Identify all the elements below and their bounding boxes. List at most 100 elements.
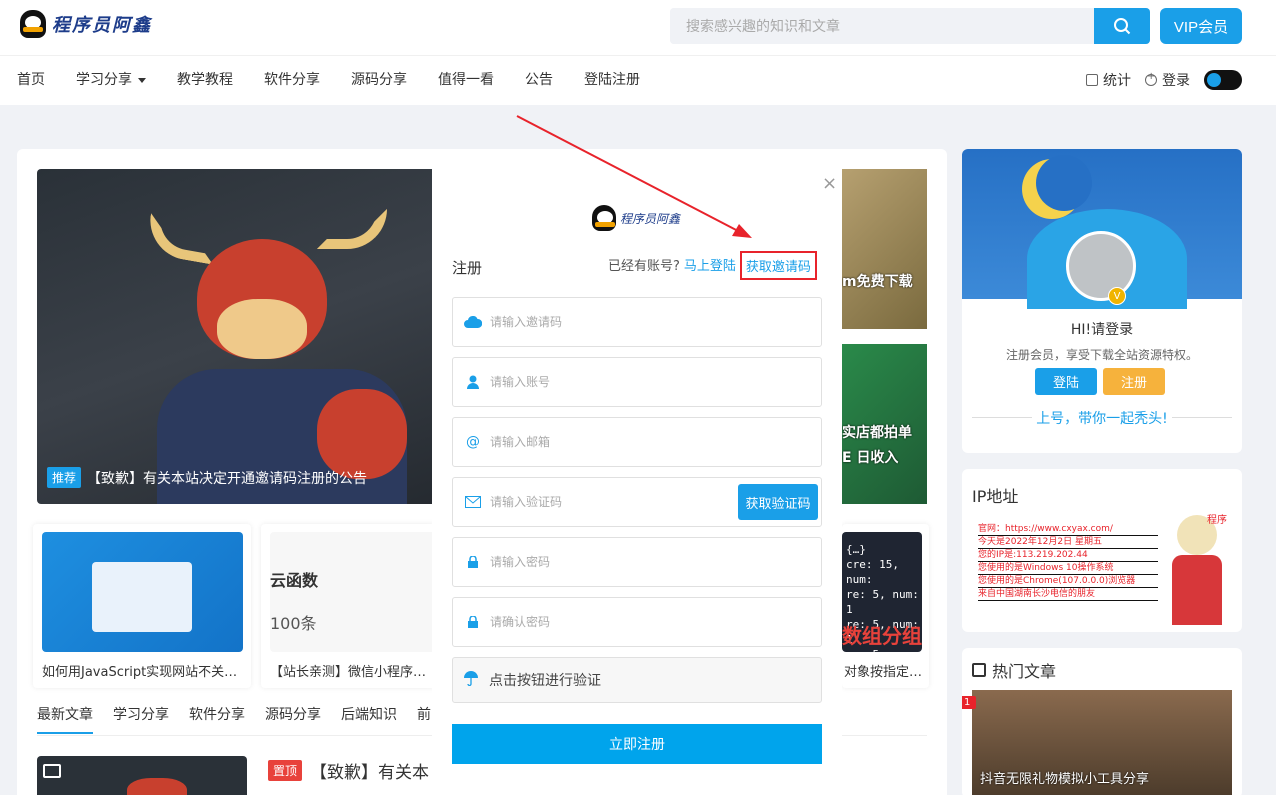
hot-articles-card: 热门文章 抖音无限礼物模拟小工具分享 1	[962, 648, 1242, 795]
nav-label: 登陆注册	[584, 72, 640, 88]
umbrella-icon	[463, 670, 479, 690]
get-code-button[interactable]: 获取验证码	[738, 484, 818, 520]
side-slide-2[interactable]: 实店都拍单 E 日收入	[842, 344, 927, 504]
anime-girl-illustration: 程序	[1167, 515, 1227, 625]
account-field[interactable]	[452, 357, 822, 407]
tab-learning[interactable]: 学习分享	[113, 704, 169, 734]
vip-button[interactable]: VIP会员	[1160, 8, 1242, 44]
at-icon: @	[466, 434, 480, 450]
invite-code-input[interactable]	[490, 315, 730, 329]
lock-icon	[464, 554, 482, 570]
account-input[interactable]	[490, 375, 730, 389]
caret-down-icon	[138, 77, 146, 83]
sidebar-register-button[interactable]: 注册	[1103, 368, 1165, 395]
recommend-badge: 推荐	[47, 467, 82, 488]
hot-article-thumbnail[interactable]: 抖音无限礼物模拟小工具分享	[972, 690, 1232, 795]
nav-login-register[interactable]: 登陆注册	[584, 68, 640, 92]
sidebar-login-button[interactable]: 登陆	[1035, 368, 1097, 395]
tab-software[interactable]: 软件分享	[189, 704, 245, 734]
bull-muzzle	[217, 299, 307, 359]
nav-worth[interactable]: 值得一看	[438, 68, 494, 92]
nav-source[interactable]: 源码分享	[351, 68, 407, 92]
tab-latest[interactable]: 最新文章	[37, 704, 93, 734]
side-slide-text: E 日收入	[842, 450, 899, 466]
nav-notice[interactable]: 公告	[525, 68, 553, 92]
search-button[interactable]	[1094, 8, 1150, 44]
nav-software[interactable]: 软件分享	[264, 68, 320, 92]
tab-backend[interactable]: 后端知识	[341, 704, 397, 734]
nav-label: 首页	[17, 72, 45, 88]
lock-icon	[464, 614, 482, 630]
hot-article-title: 抖音无限礼物模拟小工具分享	[980, 772, 1150, 787]
search-input[interactable]	[670, 8, 1094, 44]
latest-post-title[interactable]: 置顶 【致歉】有关本	[268, 758, 429, 783]
slider-caption[interactable]: 推荐 【致歉】有关本站决定开通邀请码注册的公告	[47, 467, 367, 488]
nav-label: 教学教程	[177, 72, 233, 88]
register-submit-button[interactable]: 立即注册	[452, 724, 822, 764]
ip-info-line: 来自中国湖南长沙电信的朋友	[978, 588, 1158, 601]
bull-fist	[317, 389, 407, 479]
article-tabs: 最新文章 学习分享 软件分享 源码分享 后端知识 前	[37, 704, 431, 734]
confirm-password-field[interactable]	[452, 597, 822, 647]
captcha-verify-button[interactable]: 点击按钮进行验证	[452, 657, 822, 703]
site-header: 程序员阿鑫 VIP会员 首页 学习分享 教学教程 软件分享 源码分享 值得一看 …	[0, 0, 1276, 105]
nav-home[interactable]: 首页	[17, 68, 45, 92]
invite-code-field[interactable]	[452, 297, 822, 347]
nav-tutorials[interactable]: 教学教程	[177, 68, 233, 92]
logo-text: 程序员阿鑫	[52, 15, 152, 36]
avatar[interactable]	[1066, 231, 1136, 301]
login-now-link[interactable]: 马上登陆	[684, 255, 736, 280]
ip-info-line: 您的IP是:113.219.202.44	[978, 549, 1158, 562]
nav-label: 软件分享	[264, 72, 320, 88]
featured-slider[interactable]: 推荐 【致歉】有关本站决定开通邀请码注册的公告	[37, 169, 437, 504]
thumb-text: 数组分组	[842, 624, 922, 648]
latest-post-thumbnail[interactable]	[37, 756, 247, 795]
side-slide-text: 实店都拍单	[842, 425, 912, 441]
post-title: 如何用JavaScript实现网站不关闭...	[42, 665, 244, 680]
post-card[interactable]: {…} cre: 15, num: re: 5, num: 1 re: 5, num:…	[842, 524, 929, 688]
password-input[interactable]	[490, 555, 730, 569]
side-slide-1[interactable]: m免费下载	[842, 169, 927, 329]
hot-articles-title: 热门文章	[972, 658, 1056, 682]
theme-toggle[interactable]	[1204, 70, 1242, 90]
post-thumbnail: 云函数 100条	[270, 532, 437, 652]
ip-card-title: IP地址	[972, 487, 1019, 506]
stats-label: 统计	[1103, 73, 1131, 89]
verification-code-input[interactable]	[490, 495, 730, 509]
rank-badge: 1	[962, 696, 977, 709]
close-icon[interactable]: ×	[822, 173, 837, 194]
latest-title-text: 【致歉】有关本	[310, 763, 430, 783]
header-login-link[interactable]: 登录	[1145, 70, 1190, 90]
chart-icon	[1086, 74, 1098, 86]
email-field[interactable]: @	[452, 417, 822, 467]
computer-illustration	[92, 562, 192, 632]
stats-link[interactable]: 统计	[1086, 70, 1131, 90]
tab-source[interactable]: 源码分享	[265, 704, 321, 734]
nav-label: 值得一看	[438, 72, 494, 88]
post-card[interactable]: 如何用JavaScript实现网站不关闭...	[33, 524, 251, 688]
qq-penguin-icon	[20, 10, 46, 38]
cloud-icon	[464, 314, 482, 330]
have-account-text: 已经有账号?	[608, 259, 680, 274]
nav-label: 公告	[525, 72, 553, 88]
modal-logo: 程序员阿鑫	[592, 205, 680, 231]
ip-info-line: 您使用的是Chrome(107.0.0.0)浏览器	[978, 575, 1158, 588]
tab-more[interactable]: 前	[417, 704, 431, 734]
password-field[interactable]	[452, 537, 822, 587]
nav-learning[interactable]: 学习分享	[76, 68, 146, 92]
site-logo[interactable]: 程序员阿鑫	[20, 10, 152, 38]
bull-head	[127, 778, 187, 795]
ip-info-line: 官网：https://www.cxyax.com/	[978, 523, 1158, 536]
envelope-icon	[464, 494, 482, 510]
modal-logo-text: 程序员阿鑫	[620, 211, 681, 226]
get-invite-code-link[interactable]: 获取邀请码	[739, 251, 817, 280]
verification-code-field[interactable]: 获取验证码	[452, 477, 822, 527]
post-card[interactable]: 云函数 100条 【站长亲测】微信小程序云开发	[261, 524, 437, 688]
confirm-password-input[interactable]	[490, 615, 730, 629]
email-input[interactable]	[490, 435, 730, 449]
greeting-subtitle: 注册会员，享受下载全站资源特权。	[1005, 348, 1198, 362]
image-icon	[43, 764, 61, 778]
header-divider	[0, 55, 1276, 56]
ip-tag: 程序	[1207, 515, 1227, 526]
post-thumbnail: {…} cre: 15, num: re: 5, num: 1 re: 5, num:…	[842, 532, 922, 652]
